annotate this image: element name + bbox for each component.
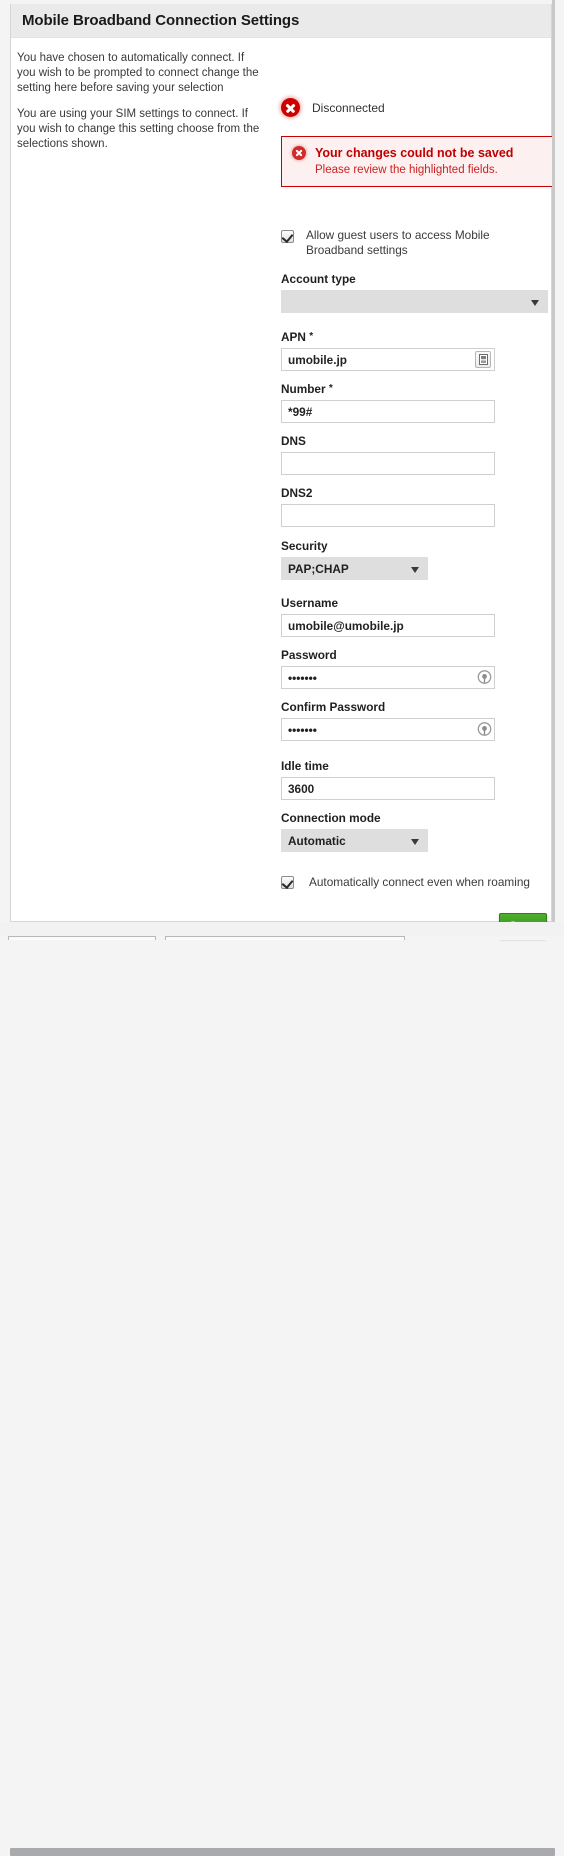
number-input[interactable]: [281, 400, 495, 423]
field-idle-time: Idle time: [281, 759, 495, 800]
required-marker: *: [309, 331, 314, 342]
horizontal-scrollbar-thumb[interactable]: [10, 1848, 555, 1856]
description-column: You have chosen to automatically connect…: [17, 51, 265, 163]
password-input-wrap: [281, 666, 495, 689]
guest-access-label: Allow guest users to access Mobile Broad…: [306, 228, 490, 257]
confirm-password-input-wrap: [281, 718, 495, 741]
field-label-dns2: DNS2: [281, 486, 313, 500]
dns-input[interactable]: [281, 452, 495, 475]
field-apn: APN *: [281, 330, 495, 371]
field-label-apn: APN *: [281, 330, 314, 344]
field-label-connection-mode: Connection mode: [281, 811, 381, 825]
reveal-password-icon[interactable]: [475, 720, 493, 738]
security-select[interactable]: PAP;CHAP: [281, 557, 428, 580]
security-value: PAP;CHAP: [288, 561, 349, 576]
field-label-confirm-password: Confirm Password: [281, 700, 386, 714]
dns2-input[interactable]: [281, 504, 495, 527]
field-label-number: Number *: [281, 382, 333, 396]
connection-mode-value: Automatic: [288, 833, 346, 848]
apn-input[interactable]: [281, 348, 495, 371]
taskbar-item-right[interactable]: [165, 936, 405, 940]
guest-access-checkbox[interactable]: [281, 230, 294, 243]
account-type-select[interactable]: [281, 290, 548, 313]
connection-status: Disconnected: [281, 98, 385, 117]
field-security: Security PAP;CHAP: [281, 539, 428, 580]
reveal-password-icon[interactable]: [475, 668, 493, 686]
username-input[interactable]: [281, 614, 495, 637]
field-label-dns: DNS: [281, 434, 306, 448]
chevron-down-icon: [531, 300, 539, 306]
panel-body: You have chosen to automatically connect…: [11, 38, 553, 939]
field-dns2: DNS2: [281, 486, 495, 527]
field-connection-mode: Connection mode Automatic: [281, 811, 428, 852]
taskbar-item-left[interactable]: [8, 936, 156, 940]
browser-viewport: Mobile Broadband Connection Settings You…: [0, 0, 564, 1856]
page-right-margin: [555, 0, 564, 922]
error-banner: Your changes could not be saved Please r…: [281, 136, 553, 187]
field-label-idle-time: Idle time: [281, 759, 329, 773]
connection-status-label: Disconnected: [312, 100, 385, 115]
connection-mode-select[interactable]: Automatic: [281, 829, 428, 852]
error-circle-x-icon: [281, 98, 300, 117]
description-paragraph-1: You have chosen to automatically connect…: [17, 52, 259, 94]
error-banner-subtitle: Please review the highlighted fields.: [315, 164, 498, 176]
field-label-account-type: Account type: [281, 272, 356, 286]
description-paragraph-2: You are using your SIM settings to conne…: [17, 108, 260, 150]
field-confirm-password: Confirm Password: [281, 700, 495, 741]
guest-access-row[interactable]: Allow guest users to access Mobile Broad…: [281, 228, 506, 258]
field-label-password: Password: [281, 648, 337, 662]
idle-time-input[interactable]: [281, 777, 495, 800]
chevron-down-icon: [411, 567, 419, 573]
page-title: Mobile Broadband Connection Settings: [22, 12, 300, 29]
roaming-label: Automatically connect even when roaming: [309, 874, 530, 889]
error-banner-title: Your changes could not be saved: [315, 146, 514, 160]
error-banner-title-row: Your changes could not be saved: [292, 146, 542, 160]
confirm-password-input[interactable]: [281, 718, 495, 741]
field-label-security: Security: [281, 539, 328, 553]
field-password: Password: [281, 648, 495, 689]
panel-header: Mobile Broadband Connection Settings: [11, 4, 551, 38]
chevron-down-icon: [411, 839, 419, 845]
sim-card-icon[interactable]: [475, 351, 491, 368]
roaming-row[interactable]: Automatically connect even when roaming: [281, 874, 530, 889]
field-account-type: Account type: [281, 272, 548, 313]
field-label-username: Username: [281, 596, 339, 610]
password-input[interactable]: [281, 666, 495, 689]
apn-input-wrap: [281, 348, 495, 371]
required-marker: *: [328, 383, 333, 394]
field-number: Number *: [281, 382, 495, 423]
page-left-margin: [0, 0, 10, 922]
field-dns: DNS: [281, 434, 495, 475]
field-username: Username: [281, 596, 495, 637]
roaming-checkbox[interactable]: [281, 876, 294, 889]
settings-panel: Mobile Broadband Connection Settings You…: [10, 4, 553, 939]
error-circle-x-icon: [292, 146, 306, 160]
